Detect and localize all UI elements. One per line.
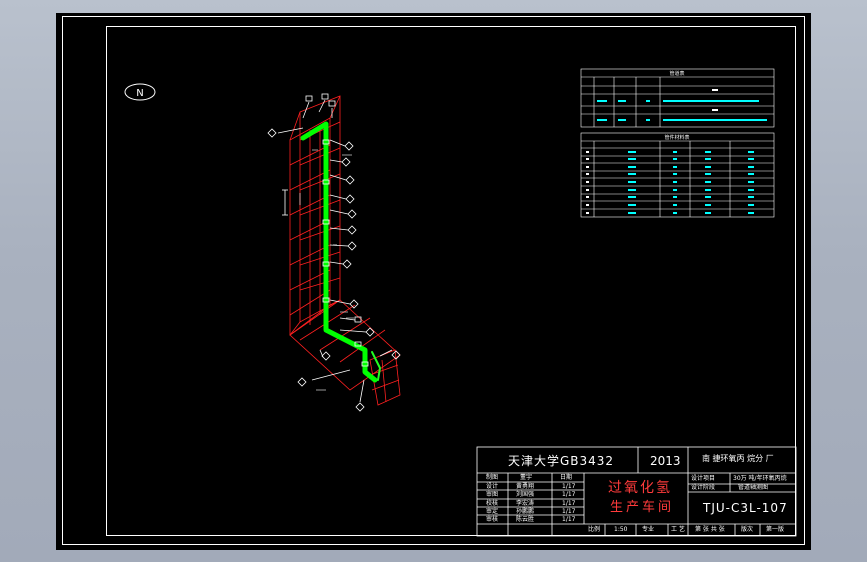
discipline-label: 专业 [642,526,655,533]
annotation-tags [267,93,401,412]
scale-value: 1:50 [614,526,628,533]
date-1: 1/17 [562,483,576,490]
plant-name: 南 捷环氧丙 烷分 厂 [702,454,774,463]
revision-value: 第一版 [766,526,785,533]
design-project-value: 30万 吨/年环氧丙烷 [733,475,787,482]
design-project-label: 设计项目 [691,475,716,482]
date-3: 1/17 [562,500,576,507]
discipline-value: 工 艺 [671,526,685,533]
design-stage-value: 管道轴测图 [738,484,769,491]
person-2: 刘国强 [516,491,535,498]
role-5: 审核 [486,516,499,523]
north-arrow: N [124,83,156,101]
role-4: 审定 [486,508,499,515]
pipe-table-contents: 管道表 [597,70,767,121]
north-label: N [136,88,143,99]
person-3: 李宏涛 [516,500,535,507]
school-title: 天津大学GB3432 [508,454,615,468]
revision-label: 版次 [741,526,754,533]
scale-label: 比例 [588,526,601,533]
date-5: 1/17 [562,516,576,523]
role-2: 审图 [486,491,499,498]
year-label: 2013 [650,454,681,468]
person-0: 董宇 [520,474,533,481]
drawing-number: TJU-C3L-107 [703,501,788,515]
design-stage-label: 设计阶段 [691,484,716,491]
date-2: 1/17 [562,491,576,498]
sheet-count: 第 张 共 张 [695,526,725,533]
fittings-table-contents: 管件材料表 [586,134,754,214]
person-5: 陈云胜 [516,516,535,523]
role-1: 设计 [486,483,499,490]
role-3: 校核 [486,500,499,507]
person-4: 孙鹏鹏 [516,508,535,515]
date-4: 1/17 [562,508,576,515]
fittings-table[interactable] [580,132,775,218]
date-header: 日期 [560,474,573,481]
drawing-name-line2: 生产车间 [610,500,675,515]
drawing-name-line1: 过氧化氢 [608,480,672,496]
pipe-table[interactable] [580,68,775,128]
role-0: 制图 [486,474,499,481]
svg-text:管道表: 管道表 [669,70,684,77]
svg-text:管件材料表: 管件材料表 [664,134,689,141]
person-1: 黄勇翔 [516,483,535,490]
steel-structure [289,95,401,406]
